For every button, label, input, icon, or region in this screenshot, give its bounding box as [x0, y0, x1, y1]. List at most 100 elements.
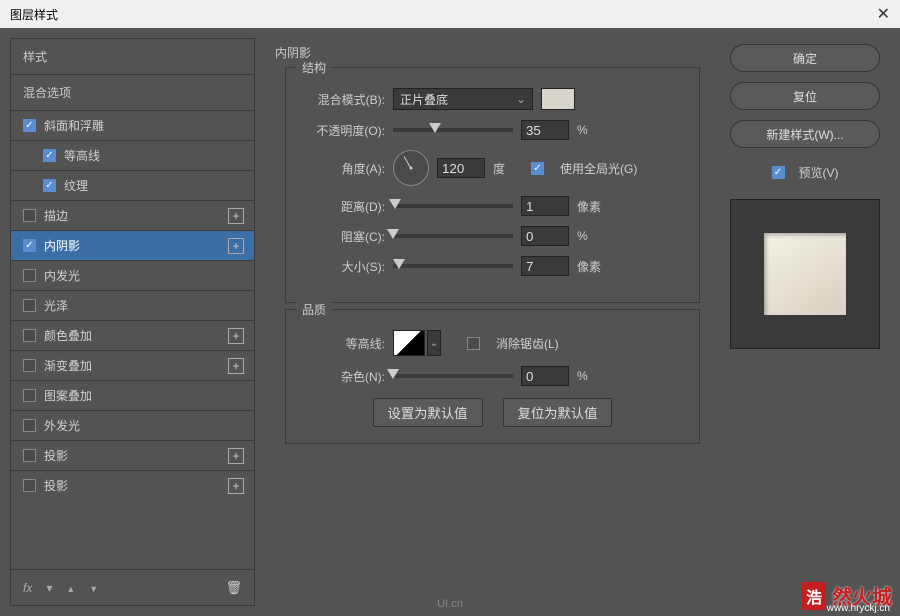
global-light-checkbox[interactable]	[531, 162, 544, 175]
style-label: 描边	[44, 207, 68, 224]
style-checkbox[interactable]	[23, 209, 36, 222]
add-effect-icon[interactable]: +	[228, 208, 244, 224]
distance-unit: 像素	[577, 198, 607, 215]
angle-row: 角度(A): 度 使用全局光(G)	[300, 150, 685, 186]
opacity-row: 不透明度(O): %	[300, 120, 685, 140]
noise-input[interactable]	[521, 366, 569, 386]
choke-input[interactable]	[521, 226, 569, 246]
set-default-button[interactable]: 设置为默认值	[373, 398, 483, 427]
style-checkbox[interactable]	[23, 119, 36, 132]
noise-row: 杂色(N): %	[300, 366, 685, 386]
distance-slider[interactable]	[393, 204, 513, 208]
shadow-color-swatch[interactable]	[541, 88, 575, 110]
style-label: 内发光	[44, 267, 80, 284]
angle-dial[interactable]	[393, 150, 429, 186]
choke-slider[interactable]	[393, 234, 513, 238]
fx-menu[interactable]: fx	[23, 581, 32, 595]
style-label: 纹理	[64, 177, 88, 194]
move-down-icon[interactable]	[89, 581, 98, 595]
style-checkbox[interactable]	[43, 149, 56, 162]
style-row-6[interactable]: 光泽	[11, 290, 254, 320]
style-row-5[interactable]: 内发光	[11, 260, 254, 290]
add-effect-icon[interactable]: +	[228, 358, 244, 374]
dialog-title: 图层样式	[10, 6, 58, 23]
choke-label: 阻塞(C):	[300, 228, 385, 245]
preview-swatch	[764, 233, 846, 315]
choke-unit: %	[577, 229, 607, 243]
style-row-2[interactable]: 纹理	[11, 170, 254, 200]
style-checkbox[interactable]	[23, 419, 36, 432]
style-checkbox[interactable]	[23, 449, 36, 462]
global-light-label: 使用全局光(G)	[560, 160, 637, 177]
noise-slider[interactable]	[393, 374, 513, 378]
new-style-button[interactable]: 新建样式(W)...	[730, 120, 880, 148]
style-label: 等高线	[64, 147, 100, 164]
style-row-7[interactable]: 颜色叠加+	[11, 320, 254, 350]
watermark-badge: 浩	[802, 582, 826, 610]
style-row-10[interactable]: 外发光	[11, 410, 254, 440]
reset-default-button[interactable]: 复位为默认值	[503, 398, 613, 427]
style-label: 内阴影	[44, 237, 80, 254]
blend-mode-value: 正片叠底	[400, 91, 448, 108]
style-row-1[interactable]: 等高线	[11, 140, 254, 170]
chevron-down-icon	[516, 92, 526, 106]
distance-input[interactable]	[521, 196, 569, 216]
angle-input[interactable]	[437, 158, 485, 178]
style-list: 斜面和浮雕等高线纹理描边+内阴影+内发光光泽颜色叠加+渐变叠加+图案叠加外发光投…	[11, 110, 254, 569]
opacity-slider[interactable]	[393, 128, 513, 132]
style-row-12[interactable]: 投影 +	[11, 470, 254, 500]
styles-header[interactable]: 样式	[11, 39, 254, 74]
cancel-button[interactable]: 复位	[730, 82, 880, 110]
close-icon[interactable]: ✕	[877, 4, 890, 24]
ok-button[interactable]: 确定	[730, 44, 880, 72]
defaults-row: 设置为默认值 复位为默认值	[300, 398, 685, 427]
add-effect-icon[interactable]: +	[228, 478, 244, 494]
add-effect-icon[interactable]: +	[228, 448, 244, 464]
distance-row: 距离(D): 像素	[300, 196, 685, 216]
right-panel: 确定 复位 新建样式(W)... 预览(V)	[720, 38, 890, 606]
chevron-down-icon[interactable]: ▾	[46, 581, 52, 595]
style-row-11[interactable]: 投影 +	[11, 440, 254, 470]
style-checkbox[interactable]	[43, 179, 56, 192]
style-checkbox[interactable]	[23, 389, 36, 402]
style-row-8[interactable]: 渐变叠加 +	[11, 350, 254, 380]
ui-logo: UI.cn	[437, 598, 463, 610]
blend-mode-select[interactable]: 正片叠底	[393, 88, 533, 110]
size-row: 大小(S): 像素	[300, 256, 685, 276]
style-row-4[interactable]: 内阴影 +	[11, 230, 254, 260]
style-row-0[interactable]: 斜面和浮雕	[11, 110, 254, 140]
main-area: 样式 混合选项 斜面和浮雕等高线纹理描边 + 内阴影 + 内发光光泽颜色叠加+ 渐变叠加 +…	[0, 28, 900, 616]
preview-checkbox[interactable]	[772, 166, 785, 179]
size-label: 大小(S):	[300, 258, 385, 275]
style-label: 渐变叠加	[44, 357, 92, 374]
contour-picker[interactable]: ⌄	[393, 330, 441, 356]
distance-label: 距离(D):	[300, 198, 385, 215]
trash-icon[interactable]	[225, 580, 242, 596]
style-row-9[interactable]: 图案叠加	[11, 380, 254, 410]
size-slider[interactable]	[393, 264, 513, 268]
style-checkbox[interactable]	[23, 239, 36, 252]
style-checkbox[interactable]	[23, 329, 36, 342]
style-checkbox[interactable]	[23, 479, 36, 492]
quality-group: 品质 等高线: ⌄ 消除锯齿(L) 杂色(N): % 设置为默认值 复位为默认	[285, 309, 700, 444]
style-label: 斜面和浮雕	[44, 117, 104, 134]
preview-label: 预览(V)	[799, 164, 839, 181]
contour-label: 等高线:	[300, 335, 385, 352]
antialias-checkbox[interactable]	[467, 337, 480, 350]
style-checkbox[interactable]	[23, 269, 36, 282]
style-label: 投影	[44, 447, 68, 464]
structure-label: 结构	[296, 59, 332, 76]
move-up-icon[interactable]	[66, 581, 75, 595]
size-input[interactable]	[521, 256, 569, 276]
quality-label: 品质	[296, 301, 332, 318]
effect-title: 内阴影	[275, 44, 700, 61]
opacity-input[interactable]	[521, 120, 569, 140]
add-effect-icon[interactable]: +	[228, 238, 244, 254]
add-effect-icon[interactable]: +	[228, 328, 244, 344]
style-checkbox[interactable]	[23, 359, 36, 372]
style-label: 投影	[44, 477, 68, 494]
contour-row: 等高线: ⌄ 消除锯齿(L)	[300, 330, 685, 356]
blend-options[interactable]: 混合选项	[11, 74, 254, 110]
style-checkbox[interactable]	[23, 299, 36, 312]
style-row-3[interactable]: 描边 +	[11, 200, 254, 230]
